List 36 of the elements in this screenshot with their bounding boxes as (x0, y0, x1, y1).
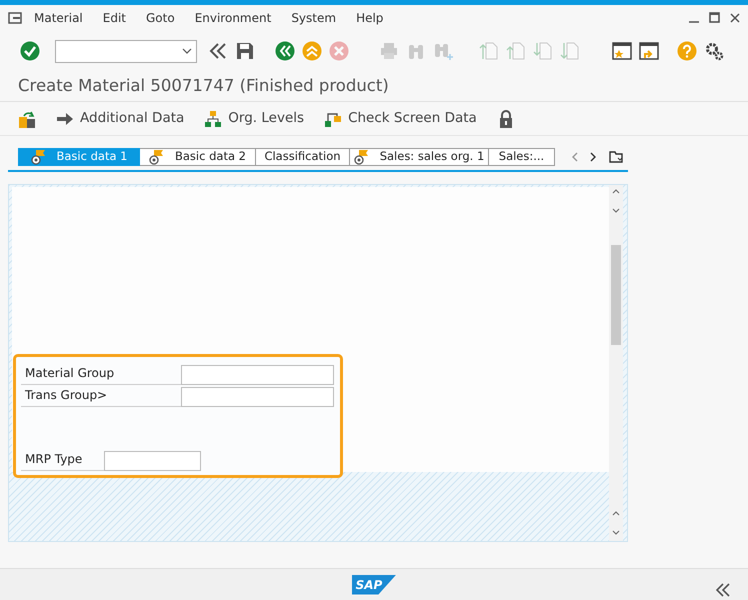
maximize-icon[interactable] (709, 12, 720, 23)
check-icon[interactable] (20, 41, 40, 61)
left-chevron-icon[interactable] (571, 152, 578, 162)
logo: SAP (352, 574, 396, 594)
tab[interactable]: Classification (256, 148, 350, 166)
menu-item[interactable]: Goto (146, 8, 175, 26)
toolbar-button[interactable]: Org. Levels (204, 108, 304, 129)
input-field[interactable] (181, 387, 334, 407)
toolbar-button[interactable]: Additional Data (56, 108, 184, 129)
menu-item[interactable]: Environment (194, 8, 272, 26)
back-icon[interactable] (275, 41, 295, 61)
save-icon[interactable] (235, 41, 255, 61)
menu-item[interactable]: Edit (102, 8, 126, 26)
switch-icon[interactable] (18, 110, 36, 128)
settings-icon[interactable] (704, 41, 724, 61)
close-icon[interactable] (730, 12, 740, 22)
hierarchy-icon (204, 110, 222, 128)
tab[interactable]: Basic data 2 (140, 148, 256, 166)
scroll-thumb[interactable] (611, 245, 621, 345)
double-chevron-icon[interactable] (716, 582, 730, 597)
scrollbar[interactable] (609, 185, 623, 541)
menu-item[interactable]: System (291, 8, 336, 26)
menu-icon[interactable] (8, 12, 22, 24)
right-chevron-icon[interactable] (590, 152, 597, 162)
toolbar-button[interactable]: Check Screen Data (324, 108, 477, 129)
tab[interactable]: Sales: sales org. 1 (350, 148, 489, 166)
input-field[interactable] (104, 451, 201, 471)
tab[interactable]: Sales:... (489, 148, 555, 166)
double-chevron-icon[interactable] (208, 41, 228, 61)
command-field[interactable] (55, 40, 197, 62)
tab-list-icon[interactable] (609, 151, 623, 163)
dropdown-caret-icon (182, 48, 192, 54)
menu-item[interactable]: Help (356, 8, 384, 26)
screen-title: Create Material 50071747 (Finished product) (0, 72, 748, 102)
menu-item[interactable]: Material (34, 8, 83, 26)
input-field[interactable] (181, 365, 334, 385)
